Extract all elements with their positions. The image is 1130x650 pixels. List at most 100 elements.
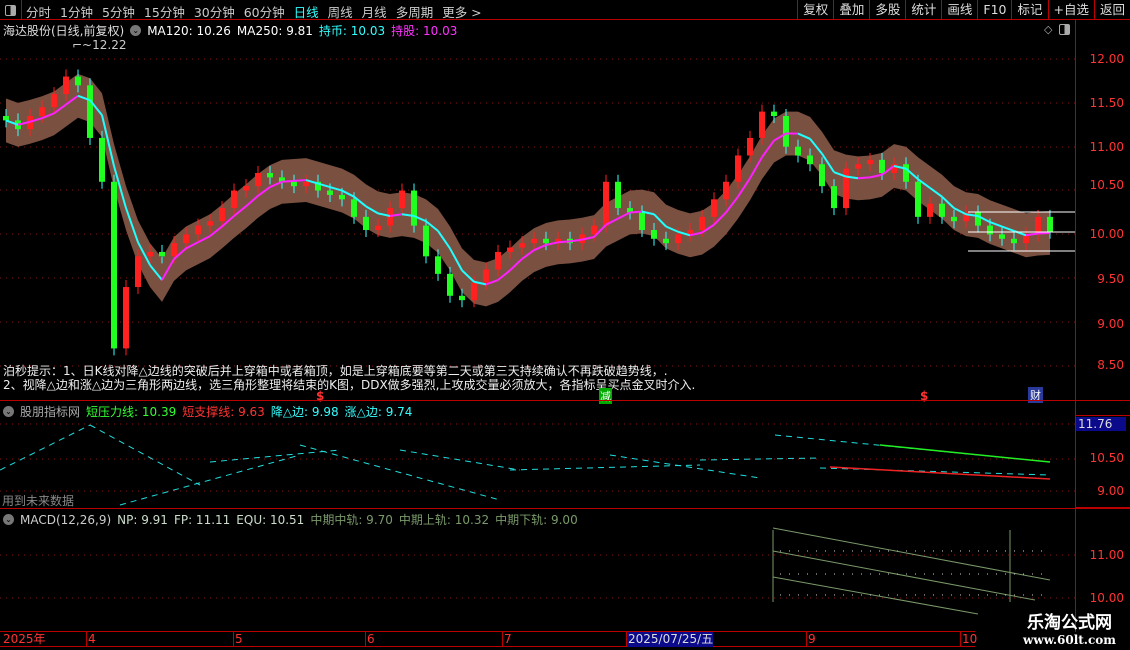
candle-body bbox=[63, 76, 69, 95]
candle-body bbox=[951, 216, 957, 222]
axis-tick: 8.50 bbox=[1097, 358, 1124, 372]
panel2-name: 股朋指标网 bbox=[20, 405, 81, 419]
candle-body bbox=[483, 269, 489, 283]
chevron-down-icon[interactable]: ⌄ bbox=[3, 514, 14, 525]
candle-body bbox=[843, 168, 849, 209]
candle-body bbox=[387, 208, 393, 226]
channel-line bbox=[772, 550, 1036, 601]
axis-tick: 11.50 bbox=[1089, 96, 1124, 110]
future-data-note: 用到未来数据 bbox=[2, 494, 75, 508]
ma-line bbox=[281, 179, 295, 183]
axis-tick: 11.00 bbox=[1089, 140, 1124, 154]
candle-body bbox=[375, 225, 381, 231]
ma-line bbox=[557, 240, 571, 244]
axis-tick: 9.00 bbox=[1097, 317, 1124, 331]
candle-body bbox=[195, 225, 201, 235]
candle-body bbox=[591, 225, 597, 235]
candle-body bbox=[999, 234, 1005, 239]
candle-body bbox=[915, 181, 921, 217]
lower-band: 中期下轨: 9.00 bbox=[495, 513, 578, 527]
candle-body bbox=[51, 94, 57, 108]
ma-line bbox=[629, 210, 643, 214]
candle-body bbox=[183, 234, 189, 244]
high-price-label: ⌐~12.22 bbox=[72, 38, 127, 52]
candle-body bbox=[543, 238, 549, 244]
candle-body bbox=[147, 251, 153, 257]
candle-body bbox=[759, 111, 765, 138]
panel-divider bbox=[0, 508, 1130, 509]
axis-tick: 10.50 bbox=[1089, 451, 1124, 465]
candle-body bbox=[39, 107, 45, 117]
triangle-edge-line bbox=[89, 424, 201, 486]
time-label: 9 bbox=[806, 632, 816, 647]
tip-line-2: 2、视降△边和涨△边为三角形两边线，选三角形整理将结束的K图，DDX做多强烈,上… bbox=[3, 378, 696, 392]
chevron-down-icon[interactable]: ⌄ bbox=[3, 406, 14, 417]
axis-tick: 9.50 bbox=[1097, 272, 1124, 286]
candle-body bbox=[219, 208, 225, 222]
candle-body bbox=[975, 212, 981, 226]
candle-body bbox=[423, 225, 429, 257]
candle-body bbox=[663, 238, 669, 244]
candle-body bbox=[435, 256, 441, 274]
candle-body bbox=[903, 164, 909, 182]
candle-body bbox=[291, 181, 297, 187]
candle-body bbox=[615, 181, 621, 209]
candle-body bbox=[939, 203, 945, 217]
candle-body bbox=[255, 173, 261, 187]
candle-body bbox=[795, 146, 801, 156]
candle-body bbox=[495, 251, 501, 270]
candle-body bbox=[639, 212, 645, 231]
triangle-edge-line bbox=[119, 454, 301, 506]
candle-body bbox=[303, 181, 309, 187]
candle-body bbox=[411, 190, 417, 226]
candle-body bbox=[231, 190, 237, 209]
np-value: NP: 9.91 bbox=[117, 512, 168, 527]
candle-body bbox=[651, 230, 657, 239]
panel-divider bbox=[0, 400, 1130, 401]
time-axis[interactable]: 2025年 4 5 6 7 2025/07/25/五 9 10 bbox=[0, 631, 977, 647]
triangle-edge-line bbox=[699, 457, 821, 461]
time-label: 5 bbox=[233, 632, 243, 647]
candle-body bbox=[747, 137, 753, 156]
candle-body bbox=[111, 181, 117, 349]
chart-canvas[interactable] bbox=[0, 0, 1075, 630]
watermark-url: www.60lt.com bbox=[1023, 633, 1116, 647]
resistance-line bbox=[879, 444, 1051, 463]
candle-body bbox=[783, 116, 789, 147]
candle-body bbox=[807, 155, 813, 165]
axis-tick: 12.00 bbox=[1089, 52, 1124, 66]
candle-body bbox=[123, 287, 129, 349]
candle-body bbox=[879, 159, 885, 174]
time-label: 7 bbox=[502, 632, 512, 647]
mid-band: 中期中轨: 9.70 bbox=[310, 513, 393, 527]
candle-body bbox=[207, 221, 213, 226]
candle-body bbox=[399, 190, 405, 209]
triangle-edge-line bbox=[509, 464, 701, 471]
axis-tick: 10.50 bbox=[1089, 178, 1124, 192]
jian-marker: 减 bbox=[599, 388, 612, 404]
panel3-legend: ⌄ MACD(12,26,9) NP: 9.91 FP: 11.11 EQU: … bbox=[3, 511, 578, 528]
axis-tick: 10.00 bbox=[1089, 227, 1124, 241]
candle-body bbox=[771, 111, 777, 117]
candle-body bbox=[267, 173, 273, 178]
candle-body bbox=[819, 164, 825, 187]
candle-body bbox=[447, 273, 453, 296]
candle-body bbox=[327, 190, 333, 195]
toolbar-button[interactable]: 返回 bbox=[1093, 0, 1130, 20]
macd-name: MACD(12,26,9) bbox=[20, 512, 112, 527]
candle-body bbox=[927, 203, 933, 217]
down-triangle-edge: 降△边: 9.98 bbox=[270, 405, 339, 419]
candle-body bbox=[831, 186, 837, 209]
axis-tick: 11.00 bbox=[1089, 548, 1124, 562]
candle-body bbox=[699, 216, 705, 231]
candle-body bbox=[1047, 216, 1053, 232]
upper-band: 中期上轨: 10.32 bbox=[398, 513, 490, 527]
candle-body bbox=[507, 247, 513, 252]
high-price-value: 12.22 bbox=[92, 38, 127, 52]
panel2-legend: ⌄ 股朋指标网 短压力线: 10.39 短支撑线: 9.63 降△边: 9.98… bbox=[3, 403, 412, 420]
triangle-edge-line bbox=[209, 449, 341, 463]
candle-body bbox=[531, 238, 537, 244]
candle-body bbox=[711, 199, 717, 217]
equ-value: EQU: 10.51 bbox=[236, 512, 305, 527]
price-axis[interactable]: 12.00 11.50 11.00 10.50 10.00 9.50 9.00 … bbox=[1075, 20, 1130, 632]
